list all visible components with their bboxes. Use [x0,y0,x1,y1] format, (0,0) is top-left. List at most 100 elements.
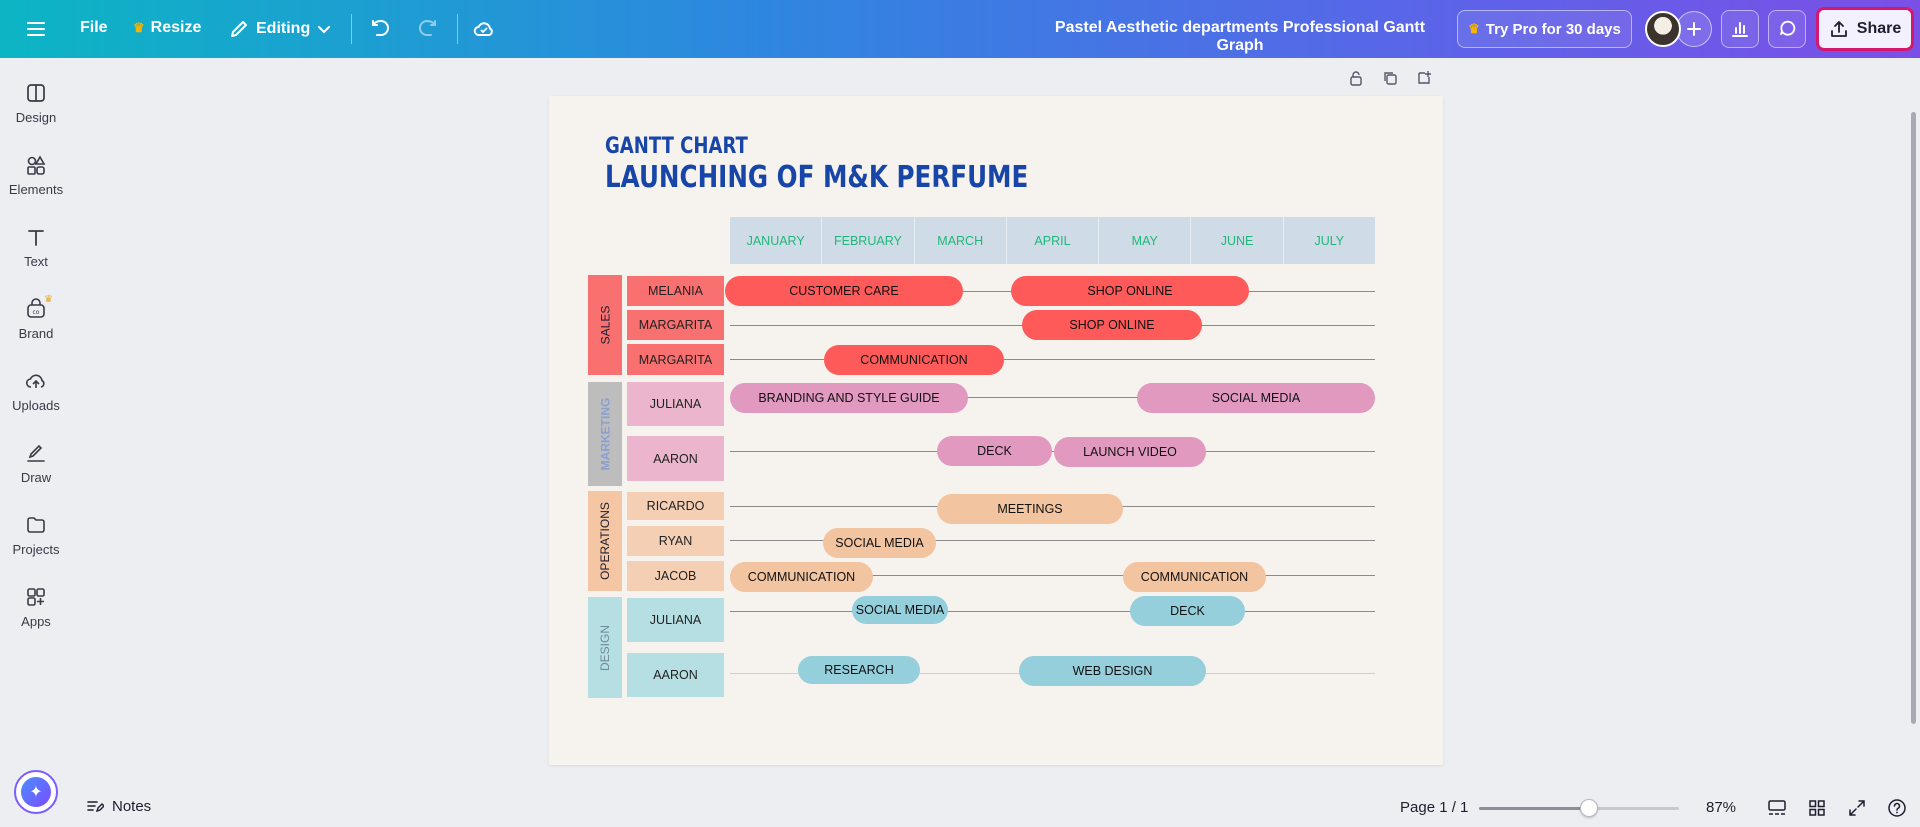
page-thumbnails-button[interactable] [1766,797,1788,819]
share-button[interactable]: Share [1816,7,1914,51]
document-title[interactable]: Pastel Aesthetic departments Professiona… [1040,19,1440,55]
task-bar[interactable]: BRANDING AND STYLE GUIDE [730,383,968,413]
add-collaborator-button[interactable] [1676,11,1712,47]
lock-page-button[interactable] [1346,68,1366,88]
notes-icon [87,801,104,813]
sidebar-item-label: Projects [12,542,60,557]
sidebar-item-text[interactable]: Text [0,226,72,286]
file-menu[interactable]: File [80,19,108,37]
person-cell: AARON [627,653,724,697]
undo-button[interactable] [369,17,393,41]
sidebar-item-projects[interactable]: Projects [0,514,72,574]
fullscreen-button[interactable] [1846,797,1868,819]
add-page-button[interactable] [1414,68,1434,88]
cloud-check-icon [473,22,493,36]
sidebar-item-design[interactable]: Design [0,82,72,142]
sidebar-item-brand[interactable]: ♛ co Brand [0,294,72,358]
duplicate-page-button[interactable] [1380,68,1400,88]
notes-label: Notes [112,797,152,815]
sidebar-item-uploads[interactable]: Uploads [0,370,72,430]
task-bar[interactable]: RESEARCH [798,656,920,684]
person-cell: JULIANA [627,382,724,426]
task-bar[interactable]: SOCIAL MEDIA [1137,383,1375,413]
share-label: Share [1856,20,1902,37]
person-cell: RYAN [627,526,724,556]
draw-icon [27,444,45,462]
add-page-icon [1418,71,1431,84]
hamburger-icon [27,22,45,36]
person-cell: MELANIA [627,276,724,306]
task-bar[interactable]: LAUNCH VIDEO [1054,437,1206,467]
timeline-line [730,451,1375,452]
elements-icon [27,155,46,175]
notes-button[interactable]: Notes [86,797,151,815]
sidebar-item-draw[interactable]: Draw [0,442,72,502]
sparkle-icon: ✦ [21,777,51,807]
dept-label: OPERATIONS [598,502,613,580]
crown-icon: ♛ [1468,21,1480,36]
zoom-slider-handle[interactable] [1580,799,1598,817]
comment-icon [1780,20,1796,36]
svg-text:co: co [33,309,40,316]
page-toolbar [1346,68,1434,88]
sidebar-item-apps[interactable]: Apps [0,586,72,646]
vertical-scrollbar[interactable] [1911,112,1916,724]
design-icon [27,84,45,102]
undo-icon [372,19,389,36]
task-bar[interactable]: COMMUNICATION [1123,562,1266,592]
bar-chart-icon [1732,22,1748,37]
thumbnails-icon [1768,800,1786,815]
design-page[interactable]: GANTT CHART LAUNCHING OF M&K PERFUME JAN… [549,96,1443,765]
divider [457,14,458,44]
redo-button[interactable] [415,17,439,41]
task-bar[interactable]: MEETINGS [937,494,1123,524]
dept-operations: OPERATIONS [588,491,622,591]
task-bar[interactable]: COMMUNICATION [824,345,1004,375]
zoom-level[interactable]: 87% [1706,799,1736,816]
dept-sales: SALES [588,275,622,375]
resize-label: Resize [150,19,202,36]
share-upload-icon [1830,21,1847,37]
help-icon [1888,799,1906,817]
sidebar-item-label: Elements [8,182,64,197]
page-indicator[interactable]: Page 1 / 1 [1400,799,1468,816]
pencil-icon [231,21,247,37]
task-bar[interactable]: DECK [937,436,1052,466]
help-button[interactable] [1886,797,1908,819]
person-cell: MARGARITA [627,310,724,340]
month-header: JANUARY FEBRUARY MARCH APRIL MAY JUNE JU… [730,217,1375,264]
task-bar[interactable]: SOCIAL MEDIA [852,596,948,624]
gantt-title[interactable]: LAUNCHING OF M&K PERFUME [605,160,1028,195]
save-status-button[interactable] [472,17,496,41]
resize-button[interactable]: ♛ Resize [133,19,201,37]
editing-label: Editing [256,20,311,37]
dept-label: MARKETING [598,397,613,471]
lock-icon [1350,71,1362,86]
task-bar[interactable]: SHOP ONLINE [1011,276,1249,306]
try-pro-button[interactable]: ♛ Try Pro for 30 days [1457,10,1632,48]
duplicate-icon [1384,72,1397,85]
menu-button[interactable] [25,18,47,40]
task-bar[interactable]: SHOP ONLINE [1022,310,1202,340]
person-cell: JACOB [627,561,724,591]
dept-design: DESIGN [588,597,622,698]
task-bar[interactable]: CUSTOMER CARE [725,276,963,306]
task-bar[interactable]: COMMUNICATION [730,562,873,592]
task-bar[interactable]: WEB DESIGN [1019,656,1206,686]
task-bar[interactable]: DECK [1130,596,1245,626]
text-icon [28,230,44,246]
status-bar: Notes Page 1 / 1 87% [72,788,1920,827]
comments-button[interactable] [1768,10,1806,48]
month-header-cell: MARCH [915,217,1007,264]
editing-mode-dropdown[interactable]: Editing [228,18,332,40]
gantt-subtitle[interactable]: GANTT CHART [605,134,748,159]
month-header-cell: JANUARY [730,217,823,264]
left-sidebar: Design Elements Text ♛ co Brand Uploads … [0,58,72,827]
avatar[interactable] [1645,11,1681,47]
zoom-slider[interactable] [1479,799,1679,817]
sidebar-item-elements[interactable]: Elements [0,154,72,214]
insights-button[interactable] [1721,10,1759,48]
magic-assistant-button[interactable]: ✦ [14,770,58,814]
grid-view-button[interactable] [1806,797,1828,819]
task-bar[interactable]: SOCIAL MEDIA [823,528,936,558]
